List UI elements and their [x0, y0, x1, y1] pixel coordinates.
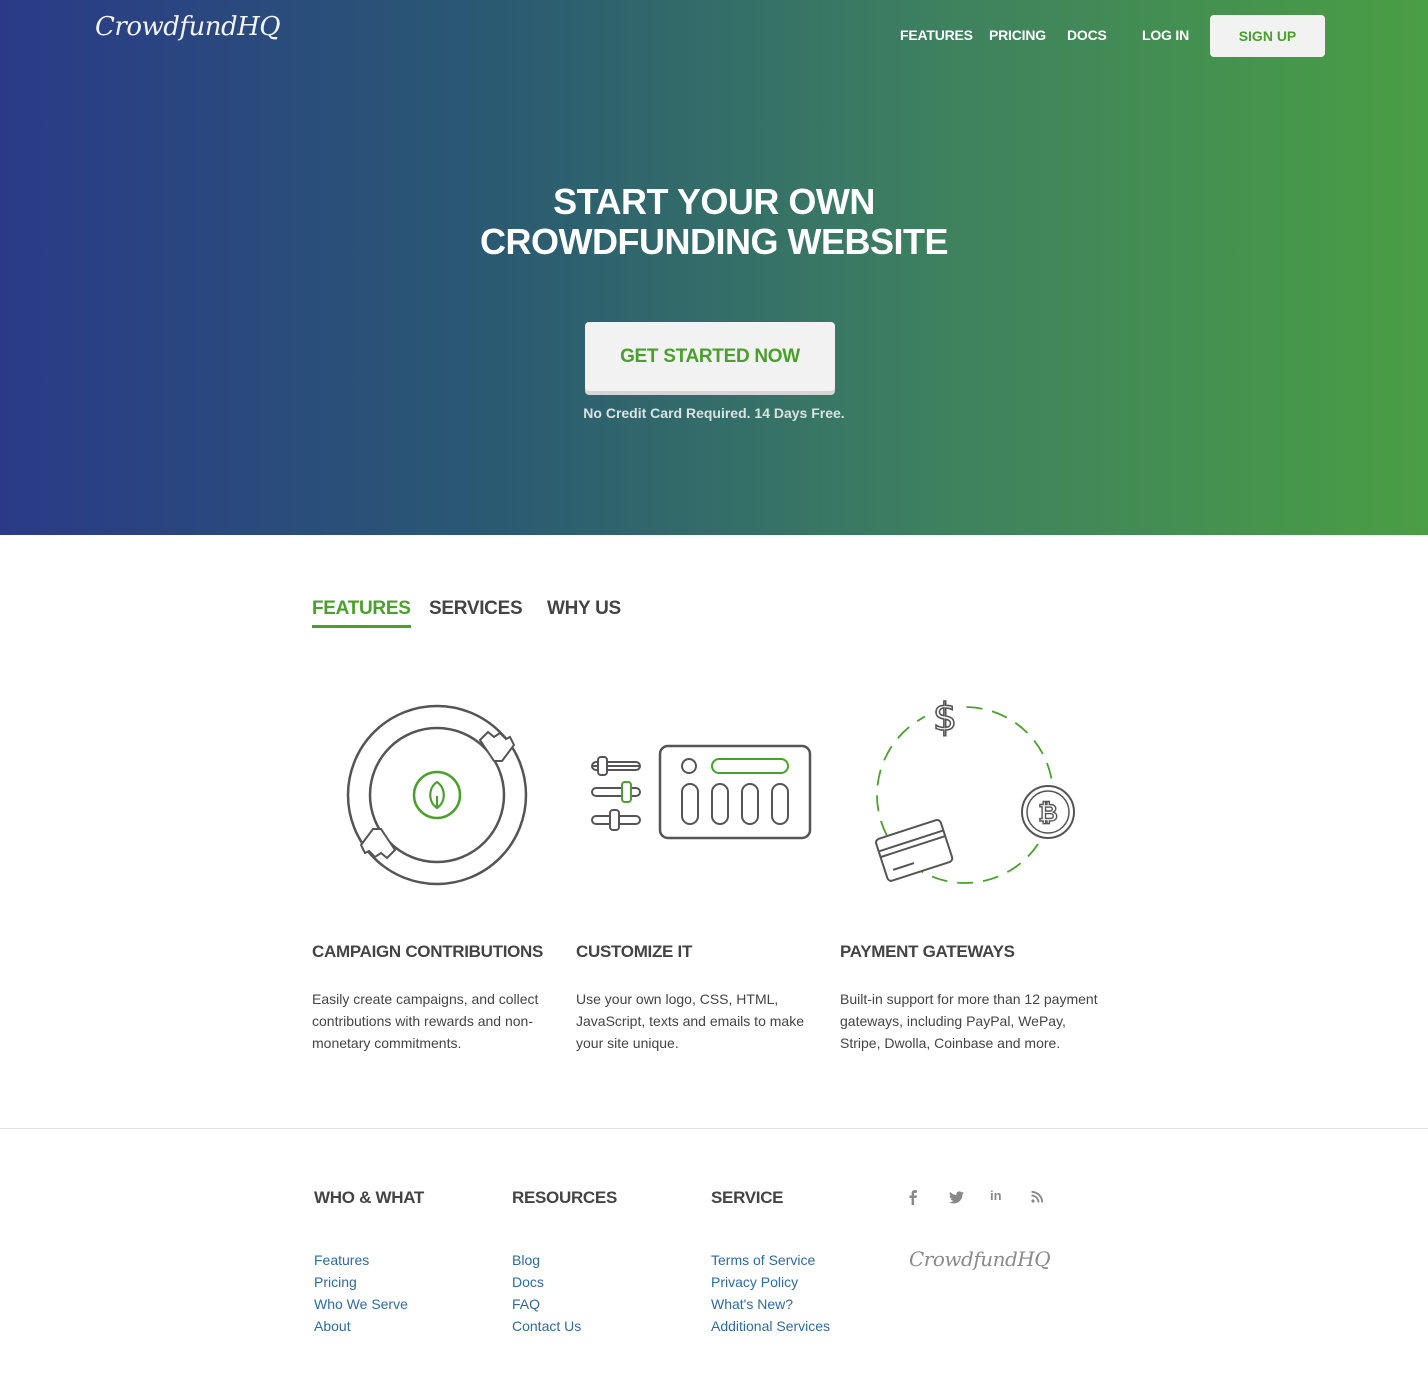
footer-link-who-we-serve[interactable]: Who We Serve — [314, 1293, 408, 1315]
nav-docs[interactable]: DOCS — [1067, 27, 1107, 43]
tab-why-us[interactable]: WHY US — [547, 598, 621, 620]
feature-desc-campaign: Easily create campaigns, and collect con… — [312, 991, 539, 1051]
footer-links-who-what: Features Pricing Who We Serve About — [314, 1249, 408, 1337]
footer-link-faq[interactable]: FAQ — [512, 1293, 581, 1315]
footer-link-docs[interactable]: Docs — [512, 1271, 581, 1293]
signup-button[interactable]: SIGN UP — [1210, 15, 1325, 57]
footer-link-terms[interactable]: Terms of Service — [711, 1249, 830, 1271]
footer-link-blog[interactable]: Blog — [512, 1249, 581, 1271]
tab-features[interactable]: FEATURES — [312, 598, 411, 628]
customize-illustration — [591, 744, 812, 840]
footer-link-whats-new[interactable]: What's New? — [711, 1293, 830, 1315]
footer-link-about[interactable]: About — [314, 1315, 408, 1337]
footer-title-who-what: WHO & WHAT — [314, 1188, 424, 1207]
footer-link-additional-services[interactable]: Additional Services — [711, 1315, 830, 1337]
footer-links-service: Terms of Service Privacy Policy What's N… — [711, 1249, 830, 1337]
footer-link-privacy[interactable]: Privacy Policy — [711, 1271, 830, 1293]
footer-links-resources: Blog Docs FAQ Contact Us — [512, 1249, 581, 1337]
campaign-contributions-illustration — [346, 704, 528, 886]
svg-text:$: $ — [933, 695, 957, 739]
footer-link-contact[interactable]: Contact Us — [512, 1315, 581, 1337]
headline-line2: CROWDFUNDING WEBSITE — [480, 221, 948, 262]
footer-title-service: SERVICE — [711, 1188, 784, 1207]
facebook-icon[interactable] — [906, 1189, 920, 1205]
twitter-icon[interactable] — [949, 1191, 964, 1204]
footer-logo[interactable]: CrowdfundHQ — [909, 1247, 1051, 1271]
hero-section: CrowdfundHQ FEATURES PRICING DOCS LOG IN… — [0, 0, 1428, 535]
hero-headline: START YOUR OWN CROWDFUNDING WEBSITE — [0, 182, 1428, 262]
footer-link-pricing[interactable]: Pricing — [314, 1271, 408, 1293]
feature-title-payment: PAYMENT GATEWAYS — [840, 942, 1015, 961]
cta-note: No Credit Card Required. 14 Days Free. — [583, 405, 845, 421]
linkedin-icon[interactable]: in — [990, 1188, 1002, 1203]
feature-title-campaign: CAMPAIGN CONTRIBUTIONS — [312, 942, 544, 961]
headline-part1: START — [553, 181, 677, 222]
payment-gateways-illustration: $ ₿ — [875, 694, 1075, 884]
footer-title-resources: RESOURCES — [512, 1188, 617, 1207]
svg-text:₿: ₿ — [1038, 799, 1058, 827]
headline-part2: YOUR OWN — [676, 181, 876, 222]
feature-title-customize: CUSTOMIZE IT — [576, 942, 693, 961]
feature-desc-customize: Use your own logo, CSS, HTML, JavaScript… — [576, 991, 804, 1051]
nav-pricing[interactable]: PRICING — [989, 27, 1046, 43]
footer-link-features[interactable]: Features — [314, 1249, 408, 1271]
tab-services[interactable]: SERVICES — [429, 598, 523, 620]
get-started-button[interactable]: GET STARTED NOW — [585, 322, 835, 391]
nav-login[interactable]: LOG IN — [1142, 27, 1189, 43]
footer-divider — [0, 1128, 1428, 1129]
nav-features[interactable]: FEATURES — [900, 27, 973, 43]
rss-icon[interactable] — [1031, 1191, 1043, 1203]
feature-desc-payment: Built-in support for more than 12 paymen… — [840, 991, 1098, 1051]
